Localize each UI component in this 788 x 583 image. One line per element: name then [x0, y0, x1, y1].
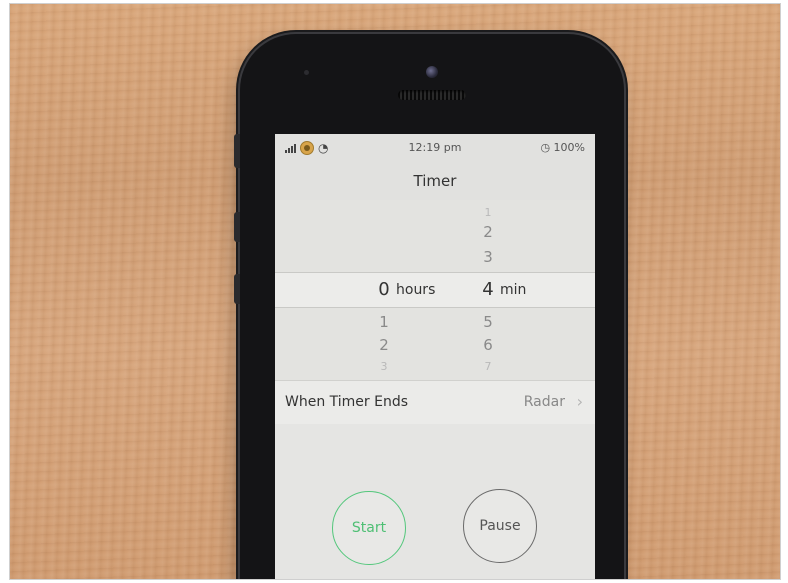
- chevron-right-icon: ›: [576, 392, 583, 411]
- minutes-option[interactable]: 1: [468, 206, 508, 219]
- when-timer-ends-value: Radar: [523, 394, 565, 410]
- hours-option[interactable]: 2: [364, 336, 404, 354]
- photo-frame: ◔ 12:19 pm ◷ 100% Timer 0 hours 1 2 3 1 …: [9, 3, 781, 580]
- status-bar: ◔ 12:19 pm ◷ 100%: [275, 134, 595, 162]
- minutes-option[interactable]: 5: [468, 313, 508, 331]
- alarm-icon: ◷: [540, 141, 551, 154]
- minutes-unit: min: [500, 282, 527, 298]
- minutes-option[interactable]: 6: [468, 336, 508, 354]
- volume-up-button: [234, 212, 240, 242]
- minutes-option[interactable]: 2: [468, 223, 508, 241]
- page-title: Timer: [275, 162, 595, 201]
- earpiece-speaker: [398, 90, 466, 100]
- front-camera-icon: [426, 66, 438, 78]
- phone-screen: ◔ 12:19 pm ◷ 100% Timer 0 hours 1 2 3 1 …: [275, 134, 595, 579]
- minutes-option[interactable]: 3: [468, 248, 508, 266]
- status-battery: ◷ 100%: [540, 141, 585, 154]
- volume-down-button: [234, 274, 240, 304]
- battery-percent: 100%: [553, 141, 585, 154]
- minutes-option[interactable]: 7: [468, 360, 508, 373]
- hours-option[interactable]: 3: [364, 360, 404, 373]
- mute-switch: [234, 134, 240, 168]
- pause-button[interactable]: Pause: [463, 489, 537, 563]
- timer-picker[interactable]: 0 hours 1 2 3 1 2 3 4 min 5 6 7: [275, 200, 595, 380]
- hours-option[interactable]: 1: [364, 313, 404, 331]
- timer-controls: Start Pause: [275, 424, 595, 579]
- proximity-sensor: [304, 70, 309, 75]
- hours-unit: hours: [396, 282, 436, 298]
- when-timer-ends-row[interactable]: When Timer Ends Radar ›: [275, 380, 595, 426]
- phone-device: ◔ 12:19 pm ◷ 100% Timer 0 hours 1 2 3 1 …: [234, 34, 624, 579]
- start-button[interactable]: Start: [332, 491, 406, 565]
- when-timer-ends-label: When Timer Ends: [285, 394, 409, 410]
